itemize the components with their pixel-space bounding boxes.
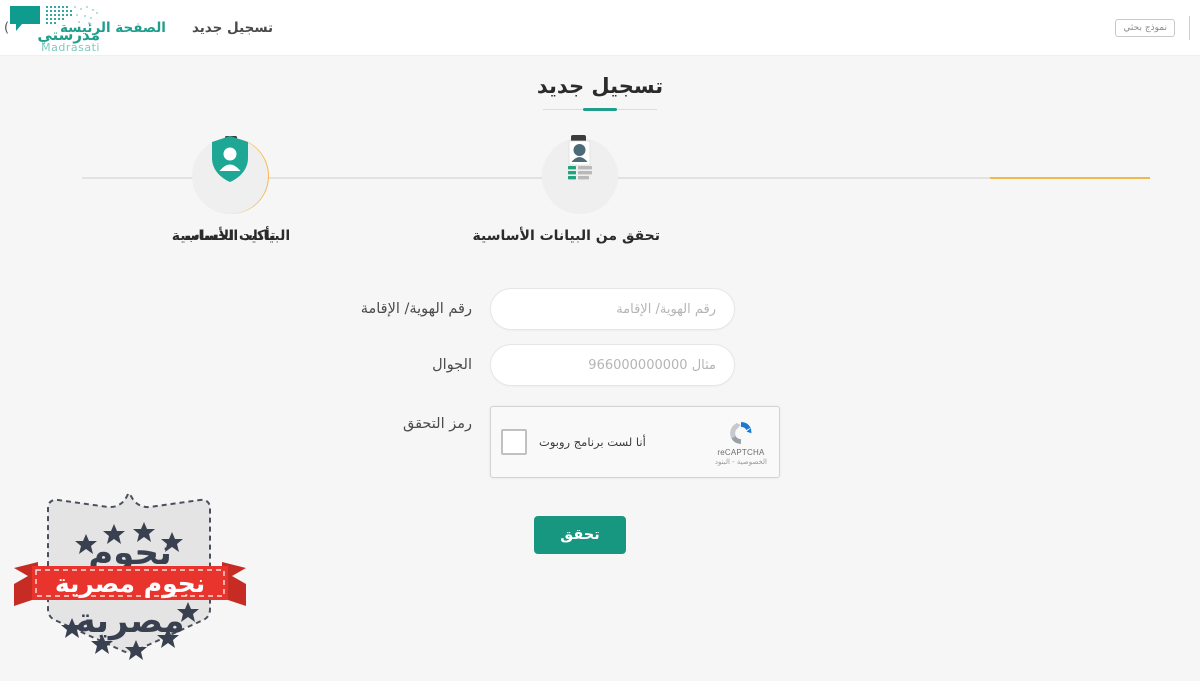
page-title-section: تسجيل جديد	[0, 72, 1200, 111]
verify-submit-button[interactable]: تحقق	[534, 516, 626, 555]
recaptcha-widget[interactable]: أنا لست برنامج روبوت reCAPTCHA الخصوصية …	[490, 406, 780, 479]
recaptcha-label: أنا لست برنامج روبوت	[539, 435, 646, 450]
recaptcha-brand-name: reCAPTCHA	[717, 447, 765, 457]
recaptcha-checkbox[interactable]	[501, 429, 527, 456]
title-underline	[543, 109, 657, 111]
stepper-label-verify-data: تحقق من البيانات الأساسية	[472, 228, 660, 245]
control-mobile	[490, 344, 940, 387]
form-row-captcha: رمز التحقق أنا لست برنامج روبوت reCAPTCH…	[260, 406, 940, 479]
recaptcha-logo-icon	[730, 421, 752, 444]
form-row-national-id: رقم الهوية/ الإقامة	[260, 288, 940, 331]
label-mobile: الجوال	[432, 357, 472, 374]
shield-user-icon	[209, 135, 251, 189]
control-national-id	[490, 288, 940, 331]
lang-toggle-button[interactable]: نموذج بحثي	[1115, 18, 1175, 37]
nav-link-home[interactable]: الصفحة الرئيسة	[60, 20, 166, 36]
brand-name-latin: Madrasati	[41, 40, 100, 54]
watermark-shield-text-bottom: مصرية	[75, 601, 184, 641]
site-header: مدرستي Madrasati نموذج بحثي الصفحة الرئي…	[0, 0, 1200, 56]
watermark-ribbon-text: نجوم مصرية	[55, 569, 205, 599]
stepper-circle-verify	[542, 135, 618, 215]
control-captcha: أنا لست برنامج روبوت reCAPTCHA الخصوصية …	[490, 406, 940, 479]
mobile-input[interactable]	[490, 344, 735, 387]
registration-form: رقم الهوية/ الإقامة الجوال رمز التحقق أن…	[0, 288, 1200, 555]
recaptcha-checkbox-group: أنا لست برنامج روبوت	[501, 429, 646, 456]
national-id-input[interactable]	[490, 288, 735, 331]
header-divider	[1189, 15, 1190, 40]
label-captcha: رمز التحقق	[403, 416, 472, 433]
submit-row: تحقق	[260, 516, 940, 555]
stepper-track-active	[990, 177, 1150, 180]
nav-edge-glyph: )	[4, 20, 10, 35]
main-nav: الصفحة الرئيسة تسجيل جديد	[60, 20, 273, 36]
registration-stepper: البيانات الأساسية تحقق من البيانات الأسا…	[0, 128, 1200, 258]
recaptcha-legal-links[interactable]: الخصوصية - البنود	[715, 458, 767, 466]
stepper-step-verify-data[interactable]: تحقق من البيانات الأساسية	[472, 128, 660, 245]
header-utility-group: نموذج بحثي	[1115, 15, 1190, 40]
id-verification-icon	[558, 135, 602, 189]
form-row-mobile: الجوال	[260, 344, 940, 387]
stepper-step-confirm-account[interactable]: تأكيد الحساب	[150, 128, 310, 244]
stepper-label-confirm-account: تأكيد الحساب	[184, 228, 276, 245]
recaptcha-branding: reCAPTCHA الخصوصية - البنود	[715, 419, 767, 466]
nav-link-new-registration[interactable]: تسجيل جديد	[192, 20, 273, 36]
label-national-id: رقم الهوية/ الإقامة	[360, 301, 472, 318]
stepper-circle-confirm	[192, 135, 268, 215]
page-title: تسجيل جديد	[536, 74, 664, 98]
